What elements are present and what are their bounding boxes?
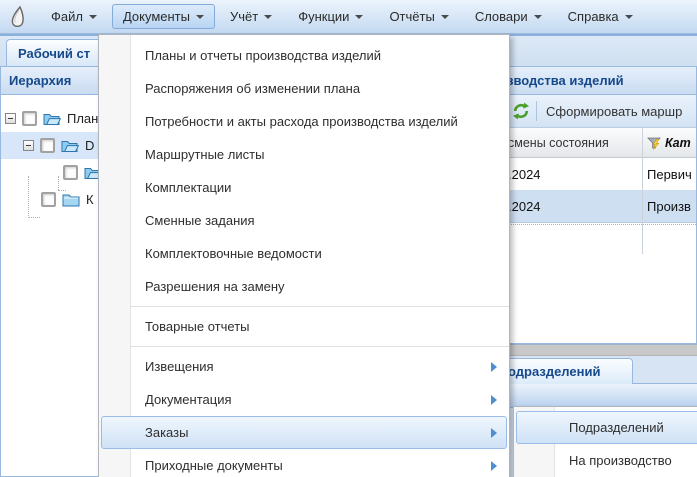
menubar-item-reports[interactable]: Отчёты bbox=[378, 4, 459, 29]
tab-label: одразделений bbox=[508, 364, 600, 379]
cell-date: .2024 bbox=[508, 190, 541, 222]
menubar-item-documents[interactable]: Документы bbox=[112, 4, 215, 29]
menubar-item-label: Файл bbox=[51, 9, 83, 24]
caret-down-icon bbox=[196, 15, 204, 19]
menu-item-needs-consumption-acts[interactable]: Потребности и акты расхода производства … bbox=[101, 105, 507, 138]
menubar-item-label: Функции bbox=[298, 9, 349, 24]
refresh-icon[interactable] bbox=[512, 102, 530, 120]
panel-title-fragment: зводства изделий bbox=[507, 67, 624, 94]
menubar-item-label: Словари bbox=[475, 9, 528, 24]
folder-closed-icon bbox=[62, 192, 80, 207]
menu-separator bbox=[99, 306, 509, 307]
column-divider[interactable] bbox=[642, 128, 643, 254]
caret-down-icon bbox=[355, 15, 363, 19]
app-logo-icon bbox=[6, 5, 28, 29]
menu-separator bbox=[99, 346, 509, 347]
tab-department-orders[interactable]: одразделений bbox=[495, 358, 633, 384]
generate-route-sheets-button[interactable]: Сформировать маршр bbox=[546, 95, 682, 128]
caret-down-icon bbox=[534, 15, 542, 19]
tree-checkbox[interactable] bbox=[63, 165, 78, 180]
menubar-item-label: Отчёты bbox=[389, 9, 434, 24]
filter-lightning-icon bbox=[647, 136, 661, 150]
menu-item-notifications[interactable]: Извещения bbox=[101, 350, 507, 383]
folder-open-icon bbox=[61, 138, 79, 153]
menu-item-documentation[interactable]: Документация bbox=[101, 383, 507, 416]
submenu-item-departments[interactable]: Подразделений bbox=[516, 411, 697, 444]
menu-item-kitting[interactable]: Комплектации bbox=[101, 171, 507, 204]
menu-item-plan-change-orders[interactable]: Распоряжения об изменении плана bbox=[101, 72, 507, 105]
tree-connector bbox=[28, 217, 40, 218]
toolbar-separator bbox=[536, 101, 537, 121]
menu-item-replacement-permits[interactable]: Разрешения на замену bbox=[101, 270, 507, 303]
tree-connector bbox=[28, 176, 29, 218]
submenu-arrow-icon bbox=[491, 461, 497, 471]
cell-category: Первич bbox=[647, 158, 692, 190]
orders-submenu: Подразделений На производство bbox=[513, 406, 697, 477]
documents-menu: Планы и отчеты производства изделий Расп… bbox=[98, 34, 510, 477]
panel-title: Иерархия bbox=[9, 73, 71, 88]
submenu-arrow-icon bbox=[491, 428, 497, 438]
caret-down-icon bbox=[89, 15, 97, 19]
submenu-arrow-icon bbox=[491, 395, 497, 405]
menubar-item-functions[interactable]: Функции bbox=[287, 4, 374, 29]
menubar-item-label: Документы bbox=[123, 9, 190, 24]
column-header-state-change[interactable]: смены состояния bbox=[508, 128, 609, 157]
folder-open-icon bbox=[43, 111, 61, 126]
menu-item-orders[interactable]: Заказы bbox=[101, 416, 507, 449]
menubar-item-dictionaries[interactable]: Словари bbox=[464, 4, 553, 29]
caret-down-icon bbox=[264, 15, 272, 19]
tree-checkbox[interactable] bbox=[41, 192, 56, 207]
main-menubar: Файл Документы Учёт Функции Отчёты Слова… bbox=[0, 0, 697, 34]
menubar-item-accounting[interactable]: Учёт bbox=[219, 4, 283, 29]
tree-node-label[interactable]: План bbox=[67, 111, 98, 126]
tree-checkbox[interactable] bbox=[22, 111, 37, 126]
tree-checkbox[interactable] bbox=[40, 138, 55, 153]
tree-node-label[interactable]: D bbox=[85, 138, 94, 153]
collapse-icon[interactable] bbox=[23, 140, 34, 151]
menubar-item-label: Справка bbox=[568, 9, 619, 24]
menu-item-goods-reports[interactable]: Товарные отчеты bbox=[101, 310, 507, 343]
tree-connector bbox=[58, 190, 66, 191]
menubar-item-label: Учёт bbox=[230, 9, 258, 24]
caret-down-icon bbox=[441, 15, 449, 19]
menubar-item-help[interactable]: Справка bbox=[557, 4, 644, 29]
column-header-category[interactable]: Кат bbox=[647, 128, 691, 157]
menubar-item-file[interactable]: Файл bbox=[40, 4, 108, 29]
menu-item-production-plans-reports[interactable]: Планы и отчеты производства изделий bbox=[101, 39, 507, 72]
submenu-arrow-icon bbox=[491, 362, 497, 372]
cell-date: .2024 bbox=[508, 158, 541, 190]
menu-item-incoming-documents[interactable]: Приходные документы bbox=[101, 449, 507, 477]
menu-item-shift-tasks[interactable]: Сменные задания bbox=[101, 204, 507, 237]
menu-item-route-sheets[interactable]: Маршрутные листы bbox=[101, 138, 507, 171]
submenu-item-for-production[interactable]: На производство bbox=[516, 444, 697, 477]
menu-item-picking-lists[interactable]: Комплектовочные ведомости bbox=[101, 237, 507, 270]
application-window: Файл Документы Учёт Функции Отчёты Слова… bbox=[0, 0, 697, 477]
caret-down-icon bbox=[625, 15, 633, 19]
tab-label: Рабочий ст bbox=[18, 46, 90, 61]
collapse-icon[interactable] bbox=[5, 113, 16, 124]
tree-connector bbox=[58, 176, 59, 190]
cell-category: Произв bbox=[647, 190, 691, 222]
tree-node-label[interactable]: К bbox=[86, 192, 94, 207]
